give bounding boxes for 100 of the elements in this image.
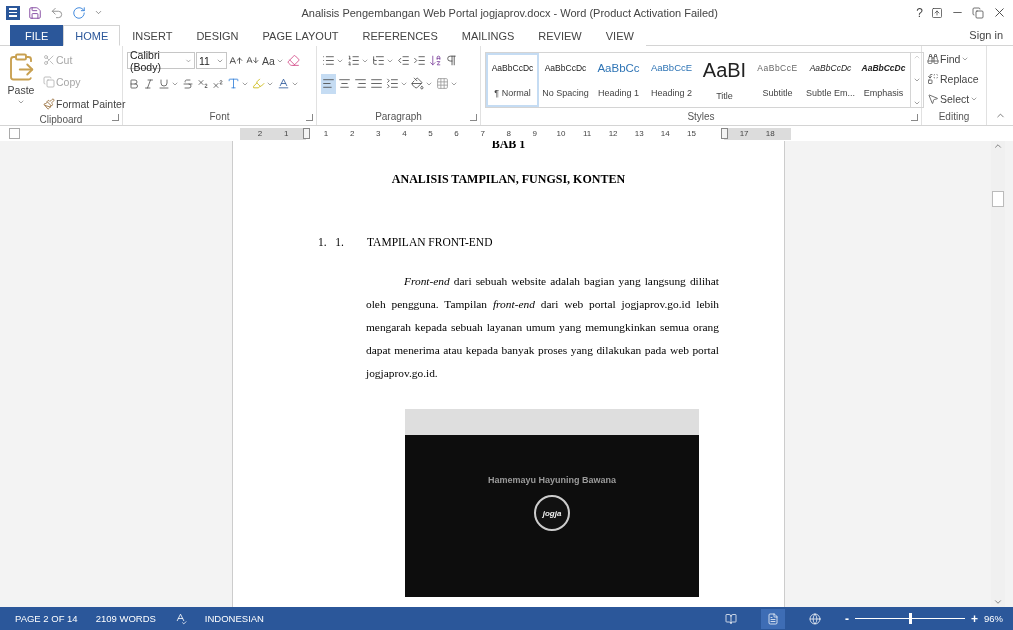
ribbon-options-icon xyxy=(931,6,943,19)
style-preview: AaBbCcDc xyxy=(544,62,587,73)
style-name: Heading 2 xyxy=(650,87,692,98)
right-indent-marker[interactable] xyxy=(721,127,728,139)
zoom-in-button[interactable]: + xyxy=(970,611,978,626)
font-size-field[interactable]: 11 xyxy=(196,52,227,69)
superscript-icon xyxy=(212,77,224,90)
find-button[interactable]: Find xyxy=(926,50,980,68)
text-effects-icon xyxy=(227,77,240,90)
ribbon-options-button[interactable] xyxy=(931,6,943,19)
ruler-number: 6 xyxy=(453,127,460,140)
chapter-title: BAB 1 xyxy=(490,141,527,152)
tab-selector-icon[interactable] xyxy=(9,128,20,139)
binoculars-icon xyxy=(927,53,939,65)
word-count[interactable]: 2109 WORDS xyxy=(95,613,156,624)
ribbon-tab[interactable]: HOME xyxy=(63,25,121,46)
style-name: No Spacing xyxy=(542,87,589,98)
web-view-icon xyxy=(808,612,821,625)
list-number: 1. 1. xyxy=(318,236,345,248)
print-view-icon xyxy=(766,612,779,625)
style-name: Subtle Em... xyxy=(806,87,855,98)
scroll-up-icon xyxy=(993,141,1003,151)
print-view-button[interactable] xyxy=(760,608,785,629)
undo-button[interactable] xyxy=(50,5,64,20)
scroll-thumb[interactable] xyxy=(992,191,1004,207)
strikethrough-icon xyxy=(182,77,194,90)
copy-icon xyxy=(43,76,55,88)
launcher-icon xyxy=(470,114,477,121)
style-preview: AaBbCcDc xyxy=(809,62,852,73)
zoom-thumb[interactable] xyxy=(908,613,912,624)
highlighter-icon xyxy=(252,77,265,90)
ruler-number: 9 xyxy=(531,127,539,140)
close-button[interactable] xyxy=(992,5,1007,20)
ruler-number: 5 xyxy=(427,127,434,140)
style-preview: AaBbCcE xyxy=(757,62,798,73)
body-paragraph: Front-end dari sebuah website adalah bagian yang langsung dilihat oleh pengguna. Tampilan front-end dari web portal jogjaprov.go.id lebih mengarah kepada sebuah layanan umum yang memungkinkan semua orang dapat menerima atau kepada banyak proses yang dilakukan pada web portal jogjaprov.go.id. xyxy=(366,274,719,381)
save-icon xyxy=(28,5,42,20)
caret-icon xyxy=(185,56,192,65)
group-label: Editing xyxy=(938,111,970,124)
style-preview: AaBbCc xyxy=(597,62,640,74)
save-button[interactable] xyxy=(28,5,42,20)
style-preview: AaBI xyxy=(702,59,747,83)
ruler-number: 2 xyxy=(348,127,356,140)
subscript-icon xyxy=(197,77,209,90)
word-logo-icon xyxy=(6,5,20,20)
ruler-number: 1 xyxy=(282,127,290,140)
align-left-button[interactable] xyxy=(321,73,336,94)
numbered-list-icon xyxy=(347,54,360,67)
caret-icon xyxy=(17,98,25,106)
page-count[interactable]: PAGE 2 OF 14 xyxy=(15,613,78,624)
restore-button[interactable] xyxy=(972,6,984,19)
group-label: Font xyxy=(209,111,230,124)
multilevel-list-icon xyxy=(372,54,385,67)
sign-in-link[interactable]: Sign in xyxy=(969,29,1013,41)
style-name: Title xyxy=(716,90,733,101)
ruler-number: 8 xyxy=(505,127,512,140)
read-view-icon xyxy=(724,612,737,625)
launcher-icon xyxy=(911,114,918,121)
pointer-icon xyxy=(927,93,939,105)
ruler-number: 12 xyxy=(607,127,619,140)
paste-button[interactable]: Paste xyxy=(4,50,38,114)
redo-button[interactable] xyxy=(72,5,86,20)
zoom-out-button[interactable]: - xyxy=(844,611,849,626)
ruler-number: 2 xyxy=(256,127,264,140)
align-right-icon xyxy=(354,77,367,90)
ruler-number: 4 xyxy=(401,127,408,140)
screenshot-tagline: Hamemayu Hayuning Bawana xyxy=(487,475,616,485)
underline-icon xyxy=(158,77,170,90)
font-color-icon xyxy=(277,77,290,90)
ruler-number: 15 xyxy=(685,127,697,140)
indent-marker[interactable] xyxy=(303,127,310,139)
style-item[interactable]: AaBbCcDc ¶ Normal xyxy=(486,53,539,107)
language-label[interactable]: INDONESIAN xyxy=(204,613,264,624)
style-preview: AaBbCcE xyxy=(650,62,693,74)
painter-button[interactable]: Format Painter xyxy=(42,94,127,114)
window-title: Analisis Pengembangan Web Portal jogjaprov.docx - Word (Product Activation Failed) xyxy=(300,6,719,19)
undo-icon xyxy=(50,5,64,20)
select-button[interactable]: Select xyxy=(926,90,980,108)
group-label: Styles xyxy=(687,111,715,124)
style-preview: AaBbCcDc xyxy=(491,62,534,73)
help-button[interactable]: ? xyxy=(916,5,923,20)
ruler-number: 18 xyxy=(764,127,776,140)
group-label: Clipboard xyxy=(39,114,83,127)
ruler-number: 11 xyxy=(581,127,593,140)
change-case-button[interactable]: Aa xyxy=(261,50,285,71)
ruler-number: 1 xyxy=(322,127,330,140)
more-icon xyxy=(913,99,921,107)
zoom-level[interactable]: 96% xyxy=(984,613,1003,624)
file-tab[interactable]: FILE xyxy=(10,25,64,46)
align-left-icon xyxy=(322,77,335,90)
customize-button[interactable] xyxy=(94,8,103,17)
paint-bucket-icon xyxy=(411,77,424,90)
launcher-icon xyxy=(112,114,119,121)
style-name: Subtitle xyxy=(762,87,793,98)
replace-button[interactable]: Replace xyxy=(926,70,980,88)
caret-icon xyxy=(970,95,979,103)
align-center-icon xyxy=(338,77,351,90)
bold-icon xyxy=(128,77,140,90)
scroll-down-icon xyxy=(993,597,1003,607)
align-justify-icon xyxy=(370,77,383,90)
